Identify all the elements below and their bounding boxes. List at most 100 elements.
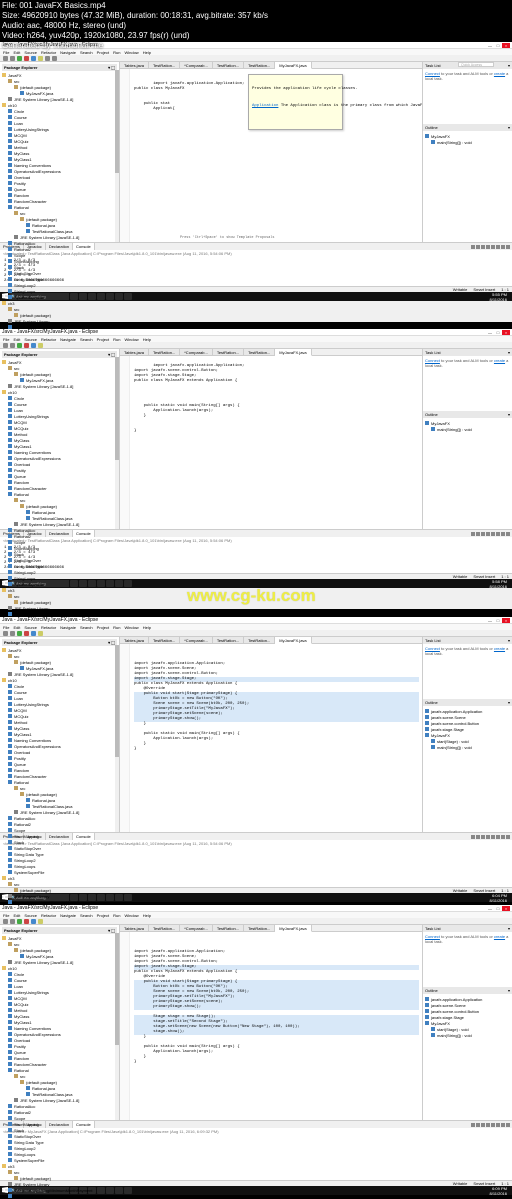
console-tool-icon[interactable] — [496, 532, 500, 536]
menu-run[interactable]: Run — [113, 625, 120, 630]
console-tool-icon[interactable] — [506, 245, 510, 249]
menu-run[interactable]: Run — [113, 913, 120, 918]
code-editor[interactable]: import javafx.application.Application;im… — [120, 644, 422, 832]
package-explorer[interactable]: Package Explorer▾ ⬚ JavaFXsrc(default pa… — [0, 637, 120, 832]
tool-icon-4[interactable] — [52, 56, 57, 61]
console-tool-icon[interactable] — [506, 835, 510, 839]
editor-tab[interactable]: TestRation... — [244, 62, 275, 68]
console-tool-icon[interactable] — [496, 1123, 500, 1127]
menu-source[interactable]: Source — [24, 625, 37, 630]
debug-icon[interactable] — [24, 56, 29, 61]
editor-tab[interactable]: *Comparab... — [180, 637, 213, 643]
package-explorer[interactable]: Package Explorer▾ ⬚ JavaFXsrc(default pa… — [0, 925, 120, 1120]
code-editor[interactable]: import javafx.application.Application;im… — [120, 932, 422, 1120]
console-tool-icon[interactable] — [491, 835, 495, 839]
menu-search[interactable]: Search — [80, 337, 93, 342]
menu-refactor[interactable]: Refactor — [41, 625, 56, 630]
maximize-button[interactable]: □ — [494, 43, 502, 48]
console-tool-icon[interactable] — [481, 532, 485, 536]
console-tool-icon[interactable] — [486, 1123, 490, 1127]
menu-window[interactable]: Window — [124, 625, 138, 630]
taskbar-app[interactable] — [124, 293, 132, 300]
menu-navigate[interactable]: Navigate — [60, 913, 76, 918]
save-icon[interactable] — [10, 56, 15, 61]
scrollbar[interactable] — [115, 70, 119, 242]
editor-tab[interactable]: MyJavaFX.java — [275, 925, 311, 932]
menu-project[interactable]: Project — [97, 337, 109, 342]
menu-file[interactable]: File — [3, 913, 9, 918]
console-tool-icon[interactable] — [481, 1123, 485, 1127]
menu-help[interactable]: Help — [143, 337, 151, 342]
menu-help[interactable]: Help — [143, 625, 151, 630]
menu-edit[interactable]: Edit — [13, 337, 20, 342]
editor-tab[interactable]: TestRation... — [213, 925, 244, 931]
menu-source[interactable]: Source — [24, 337, 37, 342]
console-tool-icon[interactable] — [506, 1123, 510, 1127]
system-tray[interactable]: 5:55 PM 8/11/2016 — [487, 292, 511, 302]
tooltip-link[interactable]: Application — [252, 104, 278, 108]
connect-link[interactable]: Connect — [425, 71, 440, 76]
console-tool-icon[interactable] — [501, 835, 505, 839]
console-tool-icon[interactable] — [501, 1123, 505, 1127]
outline-item[interactable]: main(String[]) : void — [425, 744, 510, 750]
console-tool-icon[interactable] — [476, 835, 480, 839]
console-tool-icon[interactable] — [471, 1123, 475, 1127]
window-titlebar[interactable]: Java - JavaFX/src/MyJavaFX.java - Eclips… — [0, 329, 512, 336]
editor-tab[interactable]: MyJavaFX.java — [275, 62, 311, 69]
tool-icon-2[interactable] — [38, 56, 43, 61]
menu-file[interactable]: File — [3, 625, 9, 630]
editor-tab[interactable]: MyJavaFX.java — [275, 349, 311, 356]
menu-navigate[interactable]: Navigate — [60, 625, 76, 630]
editor-tab[interactable]: TestRation... — [213, 349, 244, 355]
console-tool-icon[interactable] — [476, 1123, 480, 1127]
editor-tab[interactable]: TestRation... — [213, 637, 244, 643]
console-tool-icon[interactable] — [491, 245, 495, 249]
console-tool-icon[interactable] — [471, 532, 475, 536]
console-tool-icon[interactable] — [481, 835, 485, 839]
tool-icon-3[interactable] — [45, 56, 50, 61]
menu-file[interactable]: File — [3, 337, 9, 342]
tree-item[interactable]: Double.java — [2, 1193, 117, 1199]
create-link[interactable]: create — [494, 71, 505, 76]
editor-tab[interactable]: TestRation... — [149, 637, 180, 643]
close-button[interactable]: × — [502, 330, 510, 335]
console-tool-icon[interactable] — [486, 835, 490, 839]
console-tool-icon[interactable] — [471, 245, 475, 249]
editor-tab[interactable]: TestRation... — [244, 349, 275, 355]
editor-tab[interactable]: Tables.java — [120, 62, 149, 68]
editor-tab[interactable]: TestRation... — [244, 637, 275, 643]
code-editor[interactable]: import javafx.application.Application; p… — [120, 69, 422, 242]
package-explorer[interactable]: Package Explorer▾ ⬚ JavaFXsrc(default pa… — [0, 349, 120, 529]
quick-access-field[interactable]: Quick Access — [458, 62, 494, 67]
menu-refactor[interactable]: Refactor — [41, 913, 56, 918]
menu-run[interactable]: Run — [113, 337, 120, 342]
new-icon[interactable] — [3, 56, 8, 61]
menu-edit[interactable]: Edit — [13, 913, 20, 918]
menu-window[interactable]: Window — [124, 913, 138, 918]
editor-tab[interactable]: Tables.java — [120, 925, 149, 931]
console-tool-icon[interactable] — [501, 245, 505, 249]
scrollbar[interactable] — [115, 357, 119, 529]
console-tool-icon[interactable] — [491, 532, 495, 536]
menu-edit[interactable]: Edit — [13, 625, 20, 630]
console-tool-icon[interactable] — [481, 245, 485, 249]
menu-navigate[interactable]: Navigate — [60, 337, 76, 342]
editor-tab[interactable]: TestRation... — [244, 925, 275, 931]
run-icon[interactable] — [17, 56, 22, 61]
menu-project[interactable]: Project — [97, 913, 109, 918]
code-editor[interactable]: import javafx.application.Application; i… — [120, 356, 422, 529]
menu-window[interactable]: Window — [124, 337, 138, 342]
console-tool-icon[interactable] — [501, 532, 505, 536]
package-explorer[interactable]: Package Explorer▾ ⬚ JavaFXsrc(default pa… — [0, 62, 120, 242]
editor-tab[interactable]: TestRation... — [149, 62, 180, 68]
editor-tab[interactable]: TestRation... — [213, 62, 244, 68]
console-tool-icon[interactable] — [476, 245, 480, 249]
console-tool-icon[interactable] — [486, 245, 490, 249]
menu-project[interactable]: Project — [97, 625, 109, 630]
editor-tab[interactable]: TestRation... — [149, 925, 180, 931]
minimize-button[interactable]: — — [486, 43, 494, 48]
menu-source[interactable]: Source — [24, 913, 37, 918]
outline-item[interactable]: main(String[]) : void — [425, 426, 510, 432]
console-tool-icon[interactable] — [496, 835, 500, 839]
maximize-button[interactable]: □ — [494, 330, 502, 335]
